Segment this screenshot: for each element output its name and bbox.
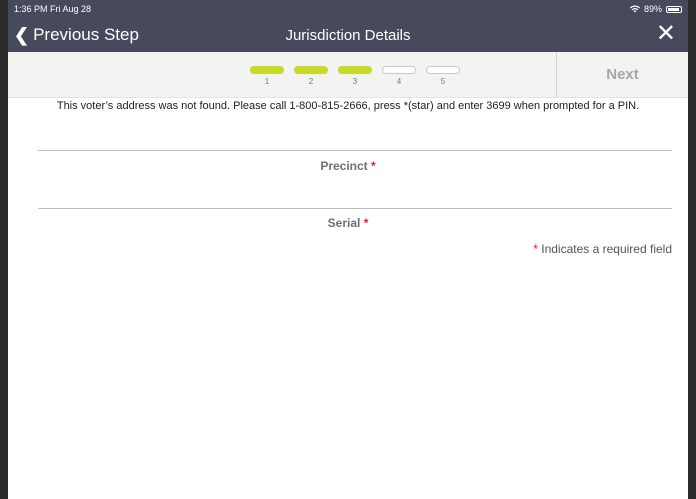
step-1: 1 xyxy=(250,66,284,86)
serial-label: Serial * xyxy=(8,216,688,230)
serial-label-text: Serial xyxy=(327,216,361,230)
previous-step-label: Previous Step xyxy=(33,25,139,44)
progress-bar: 1 2 3 4 5 Next xyxy=(8,52,688,98)
serial-field[interactable] xyxy=(38,208,672,209)
step-indicator: 1 2 3 4 5 xyxy=(250,66,460,86)
close-button[interactable]: ✕ xyxy=(656,22,676,46)
step-5: 5 xyxy=(426,66,460,86)
precinct-field[interactable] xyxy=(38,150,672,151)
address-not-found-message: This voter’s address was not found. Plea… xyxy=(56,100,640,112)
required-note-text: Indicates a required field xyxy=(541,242,672,256)
precinct-label-text: Precinct xyxy=(320,159,368,173)
step-pill xyxy=(338,66,372,74)
step-number: 4 xyxy=(396,77,402,86)
step-number: 3 xyxy=(352,77,358,86)
battery-icon xyxy=(666,5,682,13)
next-button[interactable]: Next xyxy=(557,52,688,97)
status-time: 1:36 PM Fri Aug 28 xyxy=(14,4,92,14)
precinct-label: Precinct * xyxy=(8,159,688,173)
required-mark: * xyxy=(371,159,376,173)
step-2: 2 xyxy=(294,66,328,86)
status-bar: 1:36 PM Fri Aug 28 89% xyxy=(8,0,688,18)
required-mark: * xyxy=(363,216,369,230)
step-4: 4 xyxy=(382,66,416,86)
close-icon: ✕ xyxy=(655,20,676,47)
status-right: 89% xyxy=(629,4,682,14)
navigation-bar: ❮ Previous Step Jurisdiction Details ✕ xyxy=(8,18,688,52)
step-3: 3 xyxy=(338,66,372,86)
wifi-icon xyxy=(629,5,640,13)
battery-percent: 89% xyxy=(643,4,662,14)
required-mark: * xyxy=(533,242,538,256)
step-pill xyxy=(426,66,460,74)
step-number: 1 xyxy=(264,77,270,86)
step-number: 2 xyxy=(308,77,314,86)
step-pill xyxy=(294,66,328,74)
step-number: 5 xyxy=(440,77,446,86)
previous-step-button[interactable]: ❮ Previous Step xyxy=(8,25,139,45)
step-pill xyxy=(250,66,284,74)
required-field-note: * Indicates a required field xyxy=(533,242,672,256)
app-screen: 1:36 PM Fri Aug 28 89% ❮ Previous Step J… xyxy=(8,0,688,499)
chevron-left-icon: ❮ xyxy=(14,25,30,45)
step-pill xyxy=(382,66,416,74)
